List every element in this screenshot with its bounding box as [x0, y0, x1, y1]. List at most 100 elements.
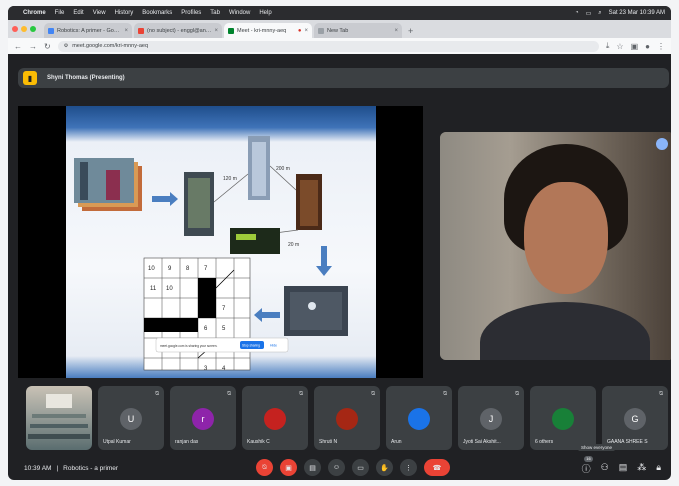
hide-button[interactable]: Hide [270, 344, 277, 348]
forward-icon[interactable]: → [29, 42, 37, 51]
participant-tile[interactable]: ⍉ U Utpal Kumar [98, 386, 164, 450]
menu-history[interactable]: History [115, 10, 134, 16]
activities-icon[interactable]: ⁂ [637, 462, 646, 475]
grid-cell: 10 [166, 286, 173, 292]
meet-favicon-icon [228, 27, 234, 34]
leave-call-button[interactable]: ☎ [424, 459, 450, 476]
tab-label: (no subject) - enggl@anim@hit [147, 27, 212, 34]
speaker-face [524, 182, 608, 294]
participant-tile[interactable]: ⍉ r ranjan das [170, 386, 236, 450]
close-window-button[interactable] [12, 26, 18, 32]
menu-bookmarks[interactable]: Bookmarks [142, 10, 172, 16]
side-controls: ⓘ ⚇ ▤ ⁂ 🔒︎ [582, 462, 661, 475]
distance-3: 20 m [288, 242, 299, 248]
participant-name: Shruti N [319, 439, 338, 445]
presentation-icon[interactable]: ▮ [23, 71, 37, 85]
menu-chrome[interactable]: Chrome [23, 10, 46, 16]
mac-menubar: Chrome File Edit View History Bookmarks … [8, 6, 671, 20]
avatar-photo [264, 408, 286, 430]
browser-window: Chrome File Edit View History Bookmarks … [8, 6, 671, 480]
profile-icon[interactable]: ● [645, 42, 650, 51]
speaking-indicator-icon [656, 138, 668, 150]
participant-name: Arun [391, 439, 402, 445]
mic-off-button[interactable]: ⍉ [256, 459, 273, 476]
minimize-window-button[interactable] [21, 26, 27, 32]
menu-tab[interactable]: Tab [210, 10, 220, 16]
wifi-icon[interactable]: ◔ [575, 10, 579, 16]
avatar-photo [408, 408, 430, 430]
search-icon[interactable]: ⌕ [598, 10, 601, 17]
raise-hand-button[interactable]: ✋ [376, 459, 393, 476]
grid-cell: 11 [150, 286, 157, 292]
participant-tile-others[interactable]: 6 others [530, 386, 596, 450]
participant-name: Kaushik C [247, 439, 270, 445]
close-tab-icon[interactable]: × [214, 28, 218, 34]
participant-tile[interactable]: ⍉ Kaushik C [242, 386, 308, 450]
participant-tile-room[interactable] [26, 386, 92, 450]
menu-view[interactable]: View [93, 10, 106, 16]
tab-label: New Tab [327, 27, 349, 34]
menu-profiles[interactable]: Profiles [181, 10, 201, 16]
tab-meet[interactable]: Meet - kri-mnny-aeq ● × [224, 23, 312, 38]
mail-favicon-icon [138, 27, 144, 34]
url-text: meet.google.com/kri-mnny-aeq [72, 43, 148, 49]
emoji-button[interactable]: ☺ [328, 459, 345, 476]
separator: | [56, 464, 59, 472]
share-popup-text: meet.google.com is sharing your screen. [160, 344, 218, 348]
camera-off-button[interactable]: ▣ [280, 459, 297, 476]
menubar-clock[interactable]: Sat 23 Mar 10:39 AM [609, 10, 665, 16]
battery-icon[interactable]: ▭ [586, 10, 592, 17]
participant-tile[interactable]: ⍉ Arun [386, 386, 452, 450]
distance-1: 120 m [223, 176, 237, 182]
more-options-button[interactable]: ⋮ [400, 459, 417, 476]
menu-window[interactable]: Window [229, 10, 250, 16]
mic-off-icon: ⍉ [227, 391, 231, 397]
tab-label: Robotics: A primer - Google S [57, 27, 121, 34]
close-tab-icon[interactable]: × [394, 28, 398, 34]
menu-help[interactable]: Help [259, 10, 271, 16]
tab-robotics-primer[interactable]: Robotics: A primer - Google S × [44, 23, 132, 38]
site-info-icon[interactable]: ⚙ [64, 43, 68, 49]
participant-name: Jyoti Sai Akshit... [463, 439, 501, 445]
tab-mail[interactable]: (no subject) - enggl@anim@hit × [134, 23, 222, 38]
docs-favicon-icon [48, 27, 54, 34]
tab-new[interactable]: New Tab × [314, 23, 402, 38]
distance-2: 200 m [276, 166, 290, 172]
speaker-video-tile[interactable] [440, 132, 671, 360]
download-icon[interactable]: ⤓ [606, 41, 610, 51]
reload-icon[interactable]: ↻ [44, 42, 51, 51]
menu-edit[interactable]: Edit [73, 10, 83, 16]
avatar-photo [336, 408, 358, 430]
chrome-menu-icon[interactable]: ⋮ [657, 42, 665, 51]
meeting-info: 10:39 AM | Robotics - a primer [24, 465, 118, 472]
participant-tile[interactable]: ⍉ G GAANA SHREE S [602, 386, 668, 450]
slide: 120 m 200 m 20 m 10 9 8 7 11 10 7 6 5 3 … [66, 106, 376, 378]
mic-off-icon: ⍉ [155, 391, 159, 397]
mic-off-icon: ⍉ [371, 391, 375, 397]
captions-button[interactable]: ▤ [304, 459, 321, 476]
presenting-bar: ▮ Shyni Thomas (Presenting) [18, 68, 669, 88]
url-field[interactable]: ⚙ meet.google.com/kri-mnny-aeq [57, 40, 599, 52]
info-icon[interactable]: ⓘ [582, 462, 591, 475]
new-tab-button[interactable]: + [404, 26, 417, 38]
close-tab-icon[interactable]: × [124, 28, 128, 34]
people-icon[interactable]: ⚇ [601, 462, 609, 475]
extensions-icon[interactable]: ▣ [631, 42, 639, 51]
chat-icon[interactable]: ▤ [619, 462, 628, 475]
tab-strip: Robotics: A primer - Google S × (no subj… [8, 20, 671, 38]
meeting-title: Robotics - a primer [63, 464, 119, 472]
close-tab-icon[interactable]: × [304, 28, 308, 34]
bookmark-star-icon[interactable]: ☆ [616, 42, 623, 51]
participant-tile[interactable]: ⍉ J Jyoti Sai Akshit... [458, 386, 524, 450]
back-icon[interactable]: ← [14, 42, 22, 51]
zoom-window-button[interactable] [30, 26, 36, 32]
present-button[interactable]: ▭ [352, 459, 369, 476]
mic-off-icon: ⍉ [659, 391, 663, 397]
mic-off-icon: ⍉ [515, 391, 519, 397]
participant-tile[interactable]: ⍉ Shruti N [314, 386, 380, 450]
menu-file[interactable]: File [55, 10, 65, 16]
presenting-label: Shyni Thomas (Presenting) [47, 75, 125, 81]
chrome-favicon-icon [318, 27, 324, 34]
host-controls-icon[interactable]: 🔒︎ [656, 462, 661, 475]
people-tooltip: Show everyone [577, 444, 615, 451]
